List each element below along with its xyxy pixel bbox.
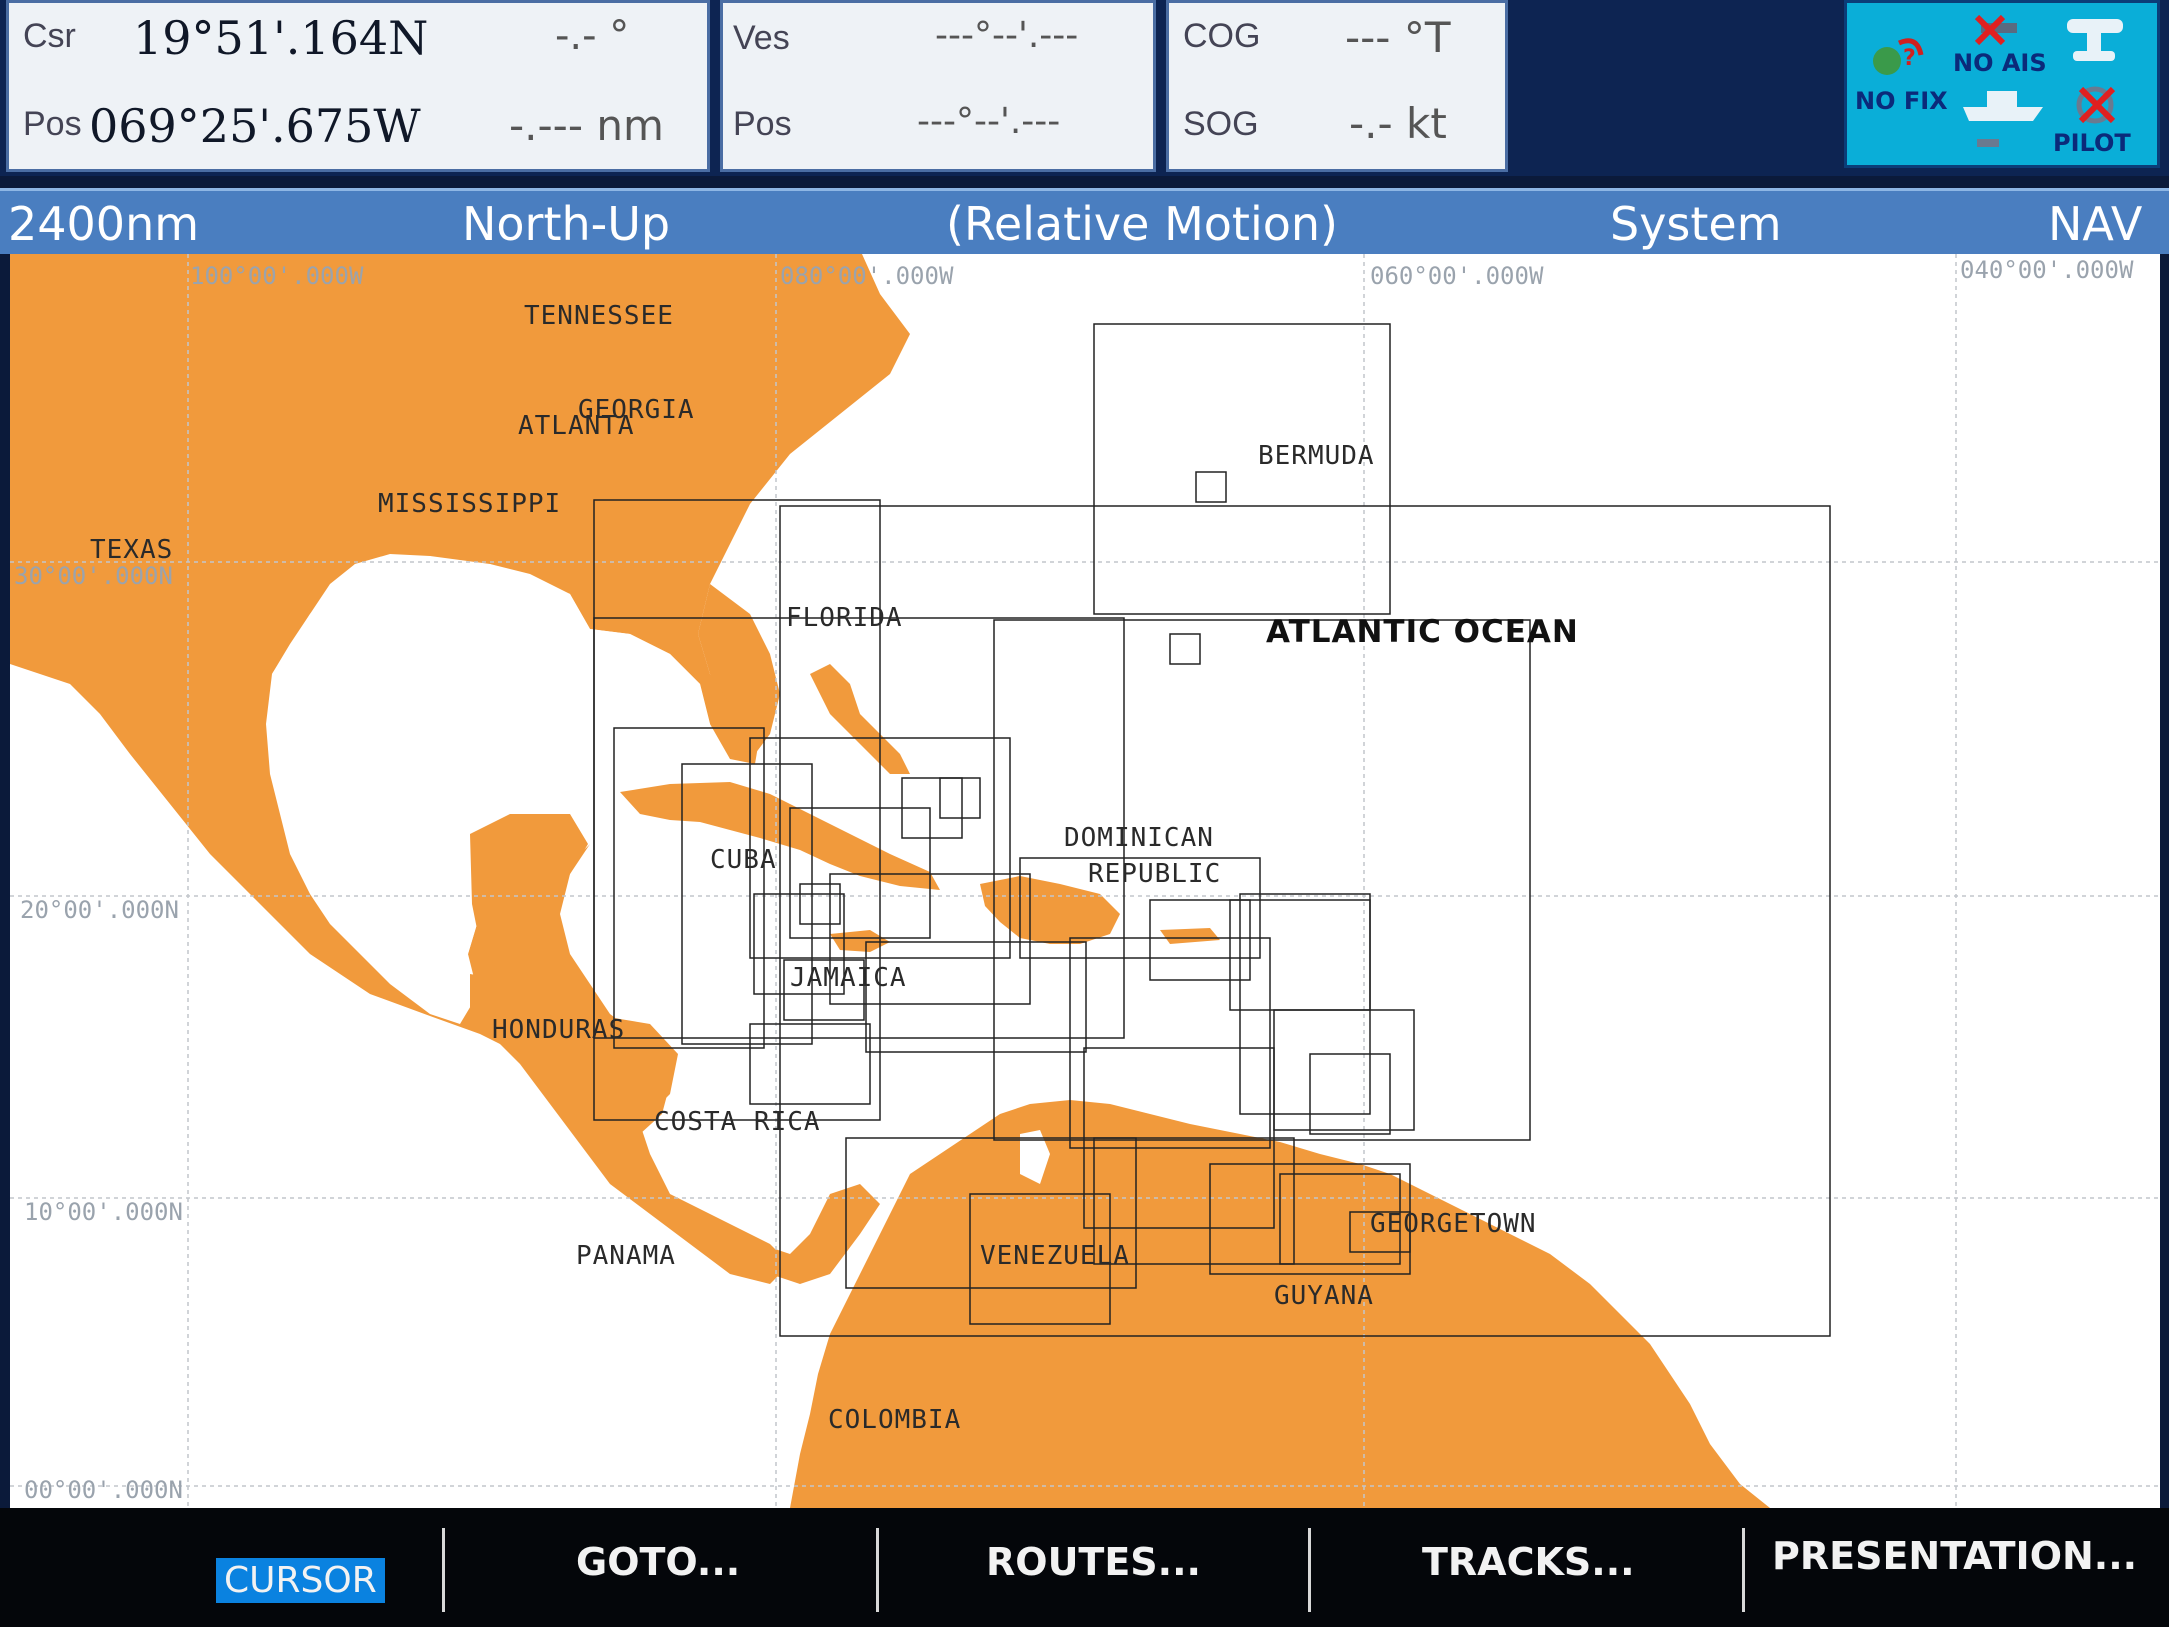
boat-icon bbox=[1963, 91, 2043, 147]
vessel-pos-label: Pos bbox=[733, 105, 792, 143]
grid-label-lat-30: 30°00'.000N bbox=[14, 562, 173, 590]
label-venezuela: VENEZUELA bbox=[980, 1241, 1130, 1271]
presentation-softkey[interactable]: PRESENTATION... bbox=[1772, 1534, 2137, 1578]
label-georgetown: GEORGETOWN bbox=[1370, 1209, 1537, 1239]
gps-fix-icon: ? bbox=[1873, 38, 1924, 75]
mode-label[interactable]: NAV bbox=[2048, 197, 2142, 251]
cursor-longitude: 069°25'.675W bbox=[89, 99, 421, 153]
label-florida: FLORIDA bbox=[786, 603, 903, 633]
label-guyana: GUYANA bbox=[1274, 1281, 1374, 1311]
cog-label: COG bbox=[1183, 17, 1261, 55]
softkey-divider bbox=[876, 1528, 879, 1612]
land-masses bbox=[10, 254, 1770, 1508]
sog-label: SOG bbox=[1183, 105, 1259, 143]
softkey-bar: CURSOR GOTO... ROUTES... TRACKS... PRESE… bbox=[0, 1508, 2169, 1627]
grid-label-lat-10: 10°00'.000N bbox=[24, 1198, 183, 1226]
ais-icon bbox=[1974, 14, 2017, 46]
pos-label: Pos bbox=[23, 105, 82, 143]
vessel-position-panel[interactable]: Ves ---°--'.--- Pos ---°--'.--- bbox=[720, 0, 1156, 172]
softkey-divider bbox=[442, 1528, 445, 1612]
label-cuba: CUBA bbox=[710, 845, 777, 875]
grid-label-lon-080: 080°00'.000W bbox=[780, 262, 954, 290]
label-atlantic-ocean: ATLANTIC OCEAN bbox=[1266, 614, 1579, 650]
goto-softkey[interactable]: GOTO... bbox=[576, 1540, 740, 1584]
land-yucatan bbox=[470, 814, 588, 974]
cursor-latitude: 19°51'.164N bbox=[133, 11, 429, 65]
sog-value: -.- kt bbox=[1349, 99, 1447, 148]
softkey-divider bbox=[1742, 1528, 1745, 1612]
pilot-icon bbox=[2076, 86, 2116, 124]
no-fix-text: NO FIX bbox=[1855, 87, 1948, 115]
vessel-latitude: ---°--'.--- bbox=[935, 15, 1079, 56]
routes-softkey[interactable]: ROUTES... bbox=[986, 1540, 1201, 1584]
label-texas: TEXAS bbox=[90, 535, 173, 565]
no-ais-text: NO AIS bbox=[1953, 49, 2047, 77]
csr-label: Csr bbox=[23, 17, 76, 55]
cursor-softkey[interactable]: CURSOR bbox=[216, 1558, 385, 1603]
grid-label-lon-060: 060°00'.000W bbox=[1370, 262, 1544, 290]
pilot-text: PILOT bbox=[2053, 129, 2131, 157]
tracks-softkey[interactable]: TRACKS... bbox=[1422, 1540, 1635, 1584]
orientation-label[interactable]: North-Up bbox=[462, 197, 670, 251]
label-costa-rica: COSTA RICA bbox=[654, 1107, 821, 1137]
label-honduras: HONDURAS bbox=[492, 1015, 625, 1045]
grid-label-lon-040: 040°00'.000W bbox=[1960, 256, 2134, 284]
grid-label-lat-20: 20°00'.000N bbox=[20, 896, 179, 924]
softkey-divider bbox=[1308, 1528, 1311, 1612]
land-puerto-rico bbox=[1160, 928, 1220, 944]
motion-label[interactable]: (Relative Motion) bbox=[946, 197, 1338, 251]
status-panel[interactable]: ? NO AIS NO FIX PILOT bbox=[1844, 0, 2160, 168]
ves-label: Ves bbox=[733, 19, 790, 57]
data-bar: Csr 19°51'.164N -.- ° Pos 069°25'.675W -… bbox=[0, 0, 2169, 176]
radar-icon bbox=[2067, 19, 2123, 61]
cursor-range: -.--- nm bbox=[509, 101, 664, 150]
svg-text:?: ? bbox=[1903, 46, 1916, 71]
label-mississippi: MISSISSIPPI bbox=[378, 489, 561, 519]
land-jamaica bbox=[830, 930, 890, 952]
chart-header: 2400nm North-Up (Relative Motion) System… bbox=[0, 188, 2169, 254]
label-tennessee: TENNESSEE bbox=[524, 301, 674, 331]
chart-canvas[interactable]: 100°00'.000W 080°00'.000W 060°00'.000W 0… bbox=[10, 254, 2160, 1508]
label-dominican: DOMINICAN bbox=[1064, 823, 1214, 853]
label-colombia: COLOMBIA bbox=[828, 1405, 961, 1435]
cog-value: --- °T bbox=[1345, 13, 1451, 62]
chart-map[interactable]: 100°00'.000W 080°00'.000W 060°00'.000W 0… bbox=[10, 254, 2160, 1508]
label-bermuda: BERMUDA bbox=[1258, 441, 1375, 471]
course-speed-panel[interactable]: COG --- °T SOG -.- kt bbox=[1166, 0, 1508, 172]
system-label[interactable]: System bbox=[1610, 197, 1782, 251]
grid-label-lat-00: 00°00'.000N bbox=[24, 1476, 183, 1504]
label-atlanta: ATLANTA bbox=[518, 411, 635, 441]
land-bahamas bbox=[810, 664, 910, 774]
grid-label-lon-100: 100°00'.000W bbox=[190, 262, 364, 290]
label-republic: REPUBLIC bbox=[1088, 859, 1221, 889]
vessel-longitude: ---°--'.--- bbox=[917, 101, 1061, 142]
label-panama: PANAMA bbox=[576, 1241, 676, 1271]
label-jamaica: JAMAICA bbox=[790, 963, 907, 993]
cursor-bearing: -.- ° bbox=[555, 13, 630, 59]
cursor-position-panel[interactable]: Csr 19°51'.164N -.- ° Pos 069°25'.675W -… bbox=[6, 0, 710, 172]
range-label[interactable]: 2400nm bbox=[8, 197, 199, 251]
